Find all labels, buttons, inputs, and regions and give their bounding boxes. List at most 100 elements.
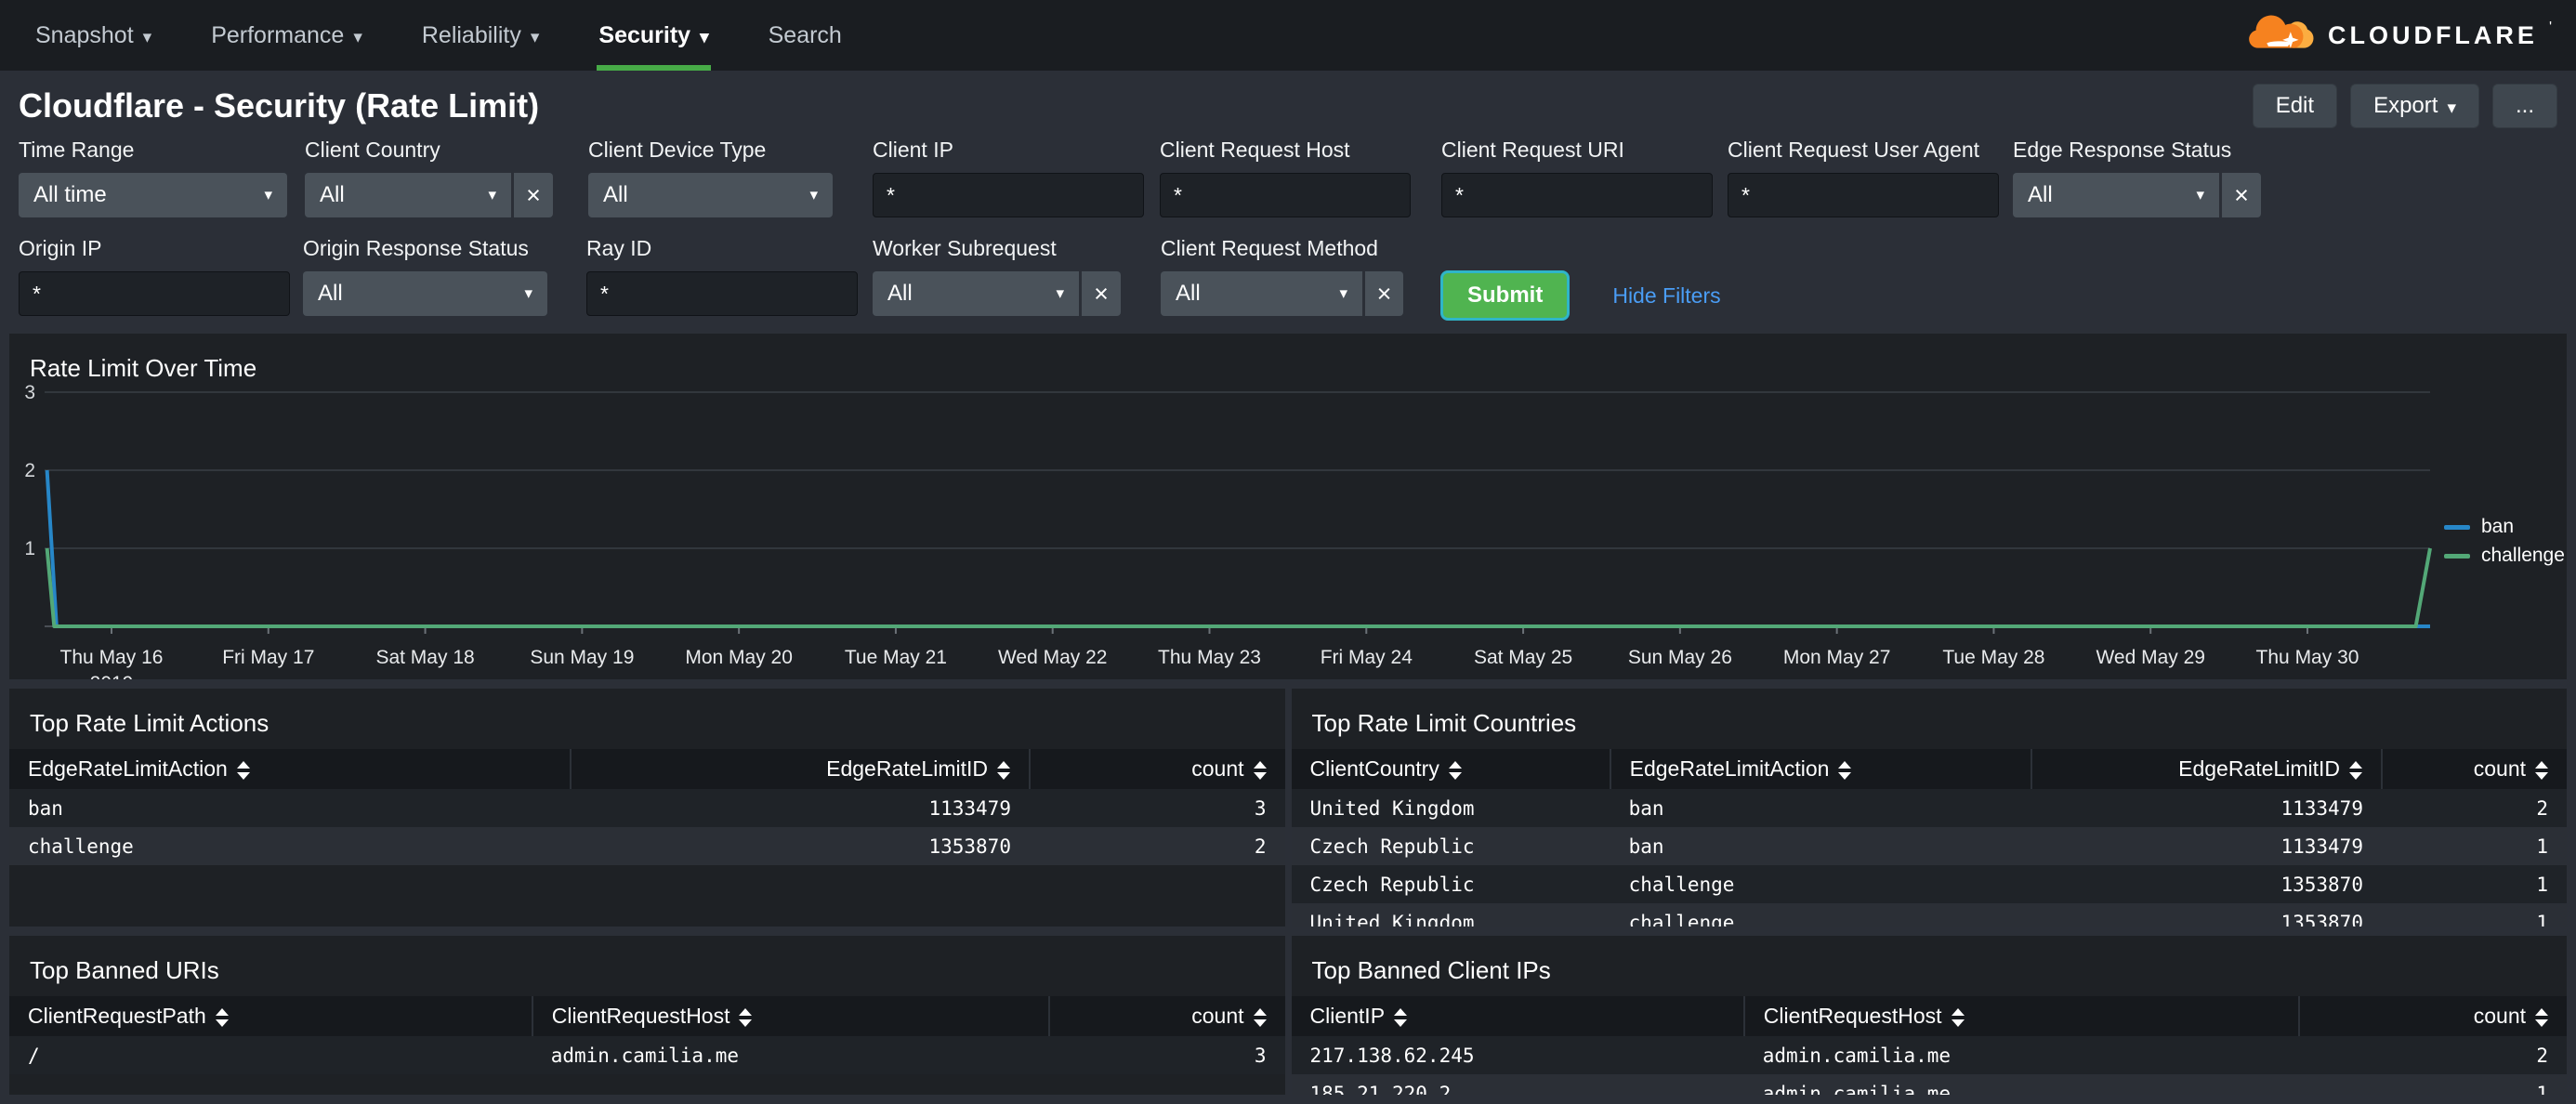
table-cell[interactable]: admin.camilia.me <box>532 1036 1049 1074</box>
column-header-clientip[interactable]: ClientIP <box>1291 996 1744 1036</box>
client-request-method-clear-button[interactable]: × <box>1365 271 1403 316</box>
filter-label: Client Request User Agent <box>1728 138 1980 162</box>
hide-filters-link[interactable]: Hide Filters <box>1612 283 1720 309</box>
client-ip-input[interactable] <box>873 173 1144 217</box>
nav-item-search[interactable]: Search <box>746 0 864 71</box>
table-cell[interactable]: 1353870 <box>570 827 1030 865</box>
sort-icon <box>1951 1007 1965 1027</box>
column-header-count[interactable]: count <box>2380 749 2567 789</box>
table-cell[interactable]: admin.camilia.me <box>1743 1036 2299 1074</box>
nav-item-snapshot[interactable]: Snapshot ▾ <box>13 0 174 71</box>
svg-text:Tue May 28: Tue May 28 <box>1942 647 2044 668</box>
client-request-uri-input[interactable] <box>1441 173 1713 217</box>
column-header-clientcountry[interactable]: ClientCountry <box>1291 749 1610 789</box>
origin-ip-input[interactable] <box>19 271 290 316</box>
submit-button[interactable]: Submit <box>1440 270 1571 321</box>
table-cell[interactable]: 2 <box>1029 827 1285 865</box>
table-cell[interactable]: 1133479 <box>2031 827 2382 865</box>
table-cell[interactable]: challenge <box>9 827 571 865</box>
sort-icon <box>739 1007 753 1027</box>
table-cell[interactable]: challenge <box>1610 865 2031 903</box>
table-cell[interactable]: Czech Republic <box>1291 827 1610 865</box>
edge-response-status-clear-button[interactable]: × <box>2222 173 2261 217</box>
top-banned-uris-panel: Top Banned URIs ClientRequestPath ClientR… <box>9 936 1285 1095</box>
table-cell[interactable]: Czech Republic <box>1291 865 1610 903</box>
more-options-button[interactable]: ... <box>2491 84 2557 128</box>
svg-text:Thu May 16: Thu May 16 <box>60 647 164 668</box>
table-cell[interactable]: 1 <box>2381 827 2567 865</box>
table-cell[interactable]: 1 <box>2381 865 2567 903</box>
client-request-user-agent-input[interactable] <box>1728 173 1999 217</box>
worker-subrequest-clear-button[interactable]: × <box>1082 271 1121 316</box>
column-header-count[interactable]: count <box>2297 996 2567 1036</box>
svg-text:Thu May 23: Thu May 23 <box>1158 647 1261 668</box>
nav-item-reliability[interactable]: Reliability ▾ <box>400 0 562 71</box>
table-cell[interactable]: 185.21.220.2 <box>1291 1074 1744 1095</box>
table-cell[interactable]: 2 <box>2381 789 2567 827</box>
client-device-type-dropdown[interactable]: All ▾ <box>588 173 833 217</box>
filters-panel: Time Range All time ▾ Client Country All ▾ × Cl… <box>0 134 2576 334</box>
filter-client-request-uri: Client Request URI <box>1441 138 1728 217</box>
table-cell[interactable]: 1 <box>2381 903 2567 927</box>
table-cell[interactable]: 1353870 <box>2031 903 2382 927</box>
client-request-host-input[interactable] <box>1160 173 1411 217</box>
table-cell[interactable]: 3 <box>1048 1036 1285 1074</box>
column-header-clientrequesthost[interactable]: ClientRequestHost <box>1742 996 2299 1036</box>
table-cell[interactable]: 1133479 <box>570 789 1030 827</box>
column-header-count[interactable]: count <box>1028 749 1285 789</box>
table-title: Top Rate Limit Actions <box>30 709 269 737</box>
column-header-clientrequesthost[interactable]: ClientRequestHost <box>531 996 1049 1036</box>
column-header-count[interactable]: count <box>1047 996 1285 1036</box>
table-cell[interactable]: United Kingdom <box>1291 903 1610 927</box>
table-cell[interactable]: admin.camilia.me <box>1743 1074 2299 1095</box>
filter-client-ip: Client IP <box>873 138 1160 217</box>
table-cell[interactable]: 1353870 <box>2031 865 2382 903</box>
export-button[interactable]: Export ▾ <box>2350 84 2479 128</box>
worker-subrequest-dropdown[interactable]: All ▾ <box>873 271 1079 316</box>
sort-icon <box>1394 1007 1408 1027</box>
table-cell[interactable]: ban <box>9 789 571 827</box>
nav-item-security[interactable]: Security ▾ <box>576 0 730 71</box>
filter-origin-response-status: Origin Response Status All ▾ <box>303 236 586 316</box>
legend-entry-ban[interactable]: ban <box>2444 516 2565 538</box>
nav-item-performance[interactable]: Performance ▾ <box>189 0 385 71</box>
column-header-edgeratelimitid[interactable]: EdgeRateLimitID <box>2030 749 2382 789</box>
sort-icon <box>2348 760 2362 780</box>
table-cell[interactable]: United Kingdom <box>1291 789 1610 827</box>
table-title: Top Banned URIs <box>30 956 219 984</box>
svg-text:Sat May 25: Sat May 25 <box>1474 647 1572 668</box>
filter-label: Client Request Method <box>1161 236 1378 260</box>
table-cell[interactable]: 1 <box>2298 1074 2567 1095</box>
origin-response-status-dropdown[interactable]: All ▾ <box>303 271 547 316</box>
column-header-edgeratelimitaction[interactable]: EdgeRateLimitAction <box>1609 749 2031 789</box>
table-cell[interactable]: 1133479 <box>2031 789 2382 827</box>
column-header-edgeratelimitaction[interactable]: EdgeRateLimitAction <box>9 749 571 789</box>
table-cell[interactable]: 217.138.62.245 <box>1291 1036 1744 1074</box>
table-cell[interactable]: 3 <box>1029 789 1285 827</box>
table-cell[interactable]: / <box>9 1036 532 1074</box>
client-request-method-dropdown[interactable]: All ▾ <box>1161 271 1363 316</box>
filter-client-request-host: Client Request Host <box>1160 138 1441 217</box>
filter-client-country: Client Country All ▾ × <box>305 138 588 217</box>
table-cell[interactable]: challenge <box>1610 903 2031 927</box>
chevron-down-icon: ▾ <box>1339 284 1348 302</box>
edit-button[interactable]: Edit <box>2252 84 2338 128</box>
chevron-down-icon: ▾ <box>142 27 152 47</box>
series-challenge-line <box>45 547 2432 628</box>
ray-id-input[interactable] <box>586 271 858 316</box>
column-header-clientrequestpath[interactable]: ClientRequestPath <box>9 996 532 1036</box>
client-country-clear-button[interactable]: × <box>514 173 553 217</box>
column-header-edgeratelimitid[interactable]: EdgeRateLimitID <box>569 749 1030 789</box>
table-cell[interactable]: ban <box>1610 789 2031 827</box>
time-range-dropdown[interactable]: All time ▾ <box>19 173 287 217</box>
table-cell[interactable]: 2 <box>2298 1036 2567 1074</box>
client-country-dropdown[interactable]: All ▾ <box>305 173 511 217</box>
svg-text:Thu May 30: Thu May 30 <box>2256 647 2359 668</box>
filter-label: Ray ID <box>586 236 652 260</box>
edge-response-status-dropdown[interactable]: All ▾ <box>2013 173 2219 217</box>
legend-entry-challenge[interactable]: challenge <box>2444 545 2565 567</box>
table-cell[interactable]: ban <box>1610 827 2031 865</box>
table-row: challenge 1353870 2 <box>9 827 1285 865</box>
svg-text:3: 3 <box>24 382 35 403</box>
filter-label: Worker Subrequest <box>873 236 1057 260</box>
